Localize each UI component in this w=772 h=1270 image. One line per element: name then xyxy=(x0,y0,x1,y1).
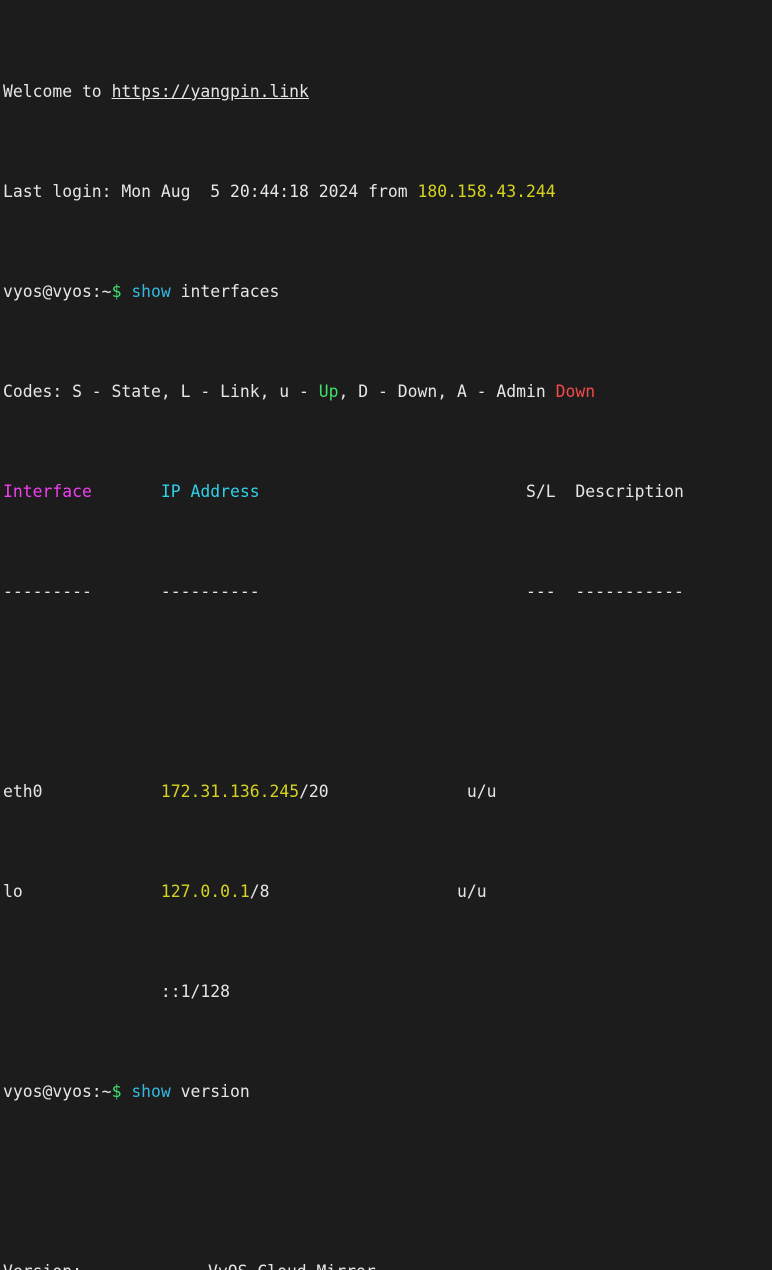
code-down: Down xyxy=(555,382,596,401)
header-description: Description xyxy=(575,482,684,501)
row-ip-lo: 127.0.0.1 xyxy=(160,882,250,901)
last-login-timestamp: Mon Aug 5 20:44:18 2024 xyxy=(121,182,359,201)
last-login-label: Last login: xyxy=(3,182,122,201)
command-verb-1: show xyxy=(131,282,171,301)
prompt-line-1: vyos@vyos:~$ show interfaces xyxy=(3,282,772,302)
row-prefix-eth0: /20 xyxy=(299,782,329,801)
value-version: VyOS Cloud-Mirror xyxy=(208,1262,376,1270)
row-sl-eth0: u/u xyxy=(466,782,497,801)
codes-mid: , D - Down, A - Admin xyxy=(338,382,556,401)
interfaces-table-header: Interface IP Address S/L Description xyxy=(3,482,772,502)
header-ip-address: IP Address xyxy=(160,482,260,501)
interfaces-table-rule: --------- ---------- --- ----------- xyxy=(3,582,772,602)
welcome-line: Welcome to https://yangpin.link xyxy=(3,82,772,102)
command-args-1: interfaces xyxy=(170,282,280,301)
header-sl: S/L xyxy=(526,482,556,501)
code-up: Up xyxy=(318,382,339,401)
rule-interface: --------- xyxy=(3,582,92,601)
prompt-user-host-1: vyos@vyos:~ xyxy=(3,282,112,301)
label-version: Version: xyxy=(3,1262,208,1270)
row-interface-lo: lo xyxy=(3,882,23,901)
prompt-line-2: vyos@vyos:~$ show version xyxy=(3,1082,772,1102)
rule-ip-address: ---------- xyxy=(160,582,260,601)
table-row: ::1/128 xyxy=(3,982,772,1002)
command-verb-2: show xyxy=(131,1082,171,1101)
terminal-screen[interactable]: Welcome to https://yangpin.link Last log… xyxy=(0,0,772,1270)
row-ip-v6-lo: ::1/128 xyxy=(160,982,230,1001)
table-row: lo 127.0.0.1/8 u/u xyxy=(3,882,772,902)
welcome-text: Welcome to xyxy=(3,82,112,101)
prompt-symbol-2: $ xyxy=(111,1082,122,1101)
prompt-symbol-1: $ xyxy=(111,282,122,301)
prompt-user-host-2: vyos@vyos:~ xyxy=(3,1082,112,1101)
command-args-2: version xyxy=(170,1082,250,1101)
version-field-row: Version:VyOS Cloud-Mirror xyxy=(3,1262,772,1270)
header-interface: Interface xyxy=(3,482,92,501)
row-sl-lo: u/u xyxy=(456,882,487,901)
rule-description: ----------- xyxy=(575,582,684,601)
last-login-line: Last login: Mon Aug 5 20:44:18 2024 from… xyxy=(3,182,772,202)
row-prefix-lo: /8 xyxy=(249,882,270,901)
row-interface-eth0: eth0 xyxy=(3,782,43,801)
codes-legend-line: Codes: S - State, L - Link, u - Up, D - … xyxy=(3,382,772,402)
table-row: eth0 172.31.136.245/20 u/u xyxy=(3,782,772,802)
codes-prefix: Codes: S - State, L - Link, u - xyxy=(3,382,319,401)
welcome-url[interactable]: https://yangpin.link xyxy=(112,82,309,101)
last-login-source-ip: 180.158.43.244 xyxy=(417,182,556,201)
rule-sl: --- xyxy=(526,582,556,601)
row-ip-eth0: 172.31.136.245 xyxy=(160,782,300,801)
last-login-from-label: from xyxy=(358,182,418,201)
